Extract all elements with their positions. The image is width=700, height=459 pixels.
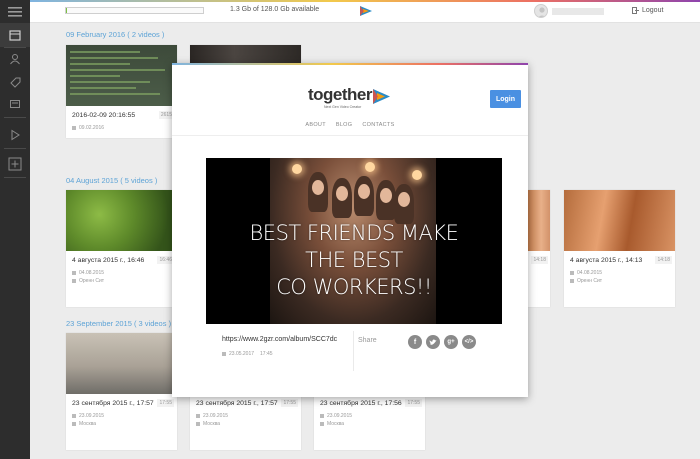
sidebar-divider [4, 148, 26, 149]
together-logo[interactable]: together [308, 85, 373, 105]
video-card[interactable]: 23 сентября 2015 г., 17:57 17:55 23.09.2… [66, 333, 177, 450]
video-thumbnail [66, 45, 177, 106]
nav-contacts[interactable]: CONTACTS [362, 122, 394, 128]
duration-badge: 14:18 [531, 256, 548, 264]
video-date: 09.02.2016 [72, 125, 104, 131]
video-location: Оренн Сит [72, 278, 104, 284]
video-title: 4 августа 2015 г., 16:46 [72, 257, 145, 264]
play-icon[interactable] [0, 123, 30, 147]
sidebar-divider [4, 117, 26, 118]
share-url[interactable]: https://www.2gzr.com/album/SCC7dc [222, 336, 337, 343]
flag-icon [72, 279, 76, 283]
calendar-icon [320, 414, 324, 418]
video-thumbnail [528, 190, 550, 251]
modal-divider [172, 135, 528, 136]
logout-icon [632, 7, 639, 14]
nav-about[interactable]: ABOUT [305, 122, 325, 128]
section-header: 09 February 2016 ( 2 videos ) [66, 30, 165, 39]
share-meta: 23.05.2017 17:45 [222, 351, 273, 357]
video-caption: BEST FRIENDS MAKE THE BEST CO WORKERS!! [249, 221, 459, 299]
storage-text: 1.3 Gb of 128.0 Gb available [230, 6, 320, 13]
logout-button[interactable]: Logout [632, 7, 663, 14]
video-location: Москва [196, 421, 220, 427]
modal-nav: ABOUT BLOG CONTACTS [172, 122, 528, 128]
calendar-icon [72, 271, 76, 275]
flag-icon [196, 422, 200, 426]
avatar[interactable] [534, 4, 548, 18]
section-header: 23 September 2015 ( 3 videos ) [66, 319, 172, 328]
calendar-icon [72, 126, 76, 130]
left-sidebar [0, 0, 30, 459]
video-thumbnail [66, 333, 177, 394]
nav-blog[interactable]: BLOG [336, 122, 352, 128]
share-divider [353, 331, 354, 371]
video-date: 04.08.2015 [570, 270, 602, 276]
twitter-icon[interactable] [426, 335, 440, 349]
video-title: 23 сентября 2015 г., 17:57 [196, 400, 278, 407]
top-bar: 1.3 Gb of 128.0 Gb available Logout [30, 0, 700, 23]
login-button[interactable]: Login [490, 90, 521, 108]
username-redacted[interactable] [552, 8, 604, 15]
duration-badge: 17:55 [157, 399, 174, 407]
video-card[interactable]: 2016-02-09 20:16:55 2615 09.02.2016 [66, 45, 177, 138]
duration-badge: 17:55 [405, 399, 422, 407]
video-card[interactable]: 14:18 [528, 190, 550, 307]
duration-badge: 14:18 [655, 256, 672, 264]
video-location: Москва [320, 421, 344, 427]
section-header: 04 August 2015 ( 5 videos ) [66, 176, 158, 185]
calendar-icon [196, 414, 200, 418]
video-card[interactable]: 4 августа 2015 г., 16:46 16:46 04.08.201… [66, 190, 177, 307]
calendar-icon [72, 414, 76, 418]
share-time: 17:45 [260, 351, 273, 357]
people-icon[interactable] [0, 47, 30, 71]
video-date: 04.08.2015 [72, 270, 104, 276]
share-url-box[interactable]: https://www.2gzr.com/album/SCC7dc 23.05.… [216, 333, 356, 365]
duration-badge: 17:55 [281, 399, 298, 407]
video-thumbnail [564, 190, 675, 251]
video-location: Москва [72, 421, 96, 427]
video-thumbnail [66, 190, 177, 251]
inbox-icon[interactable] [0, 92, 30, 116]
video-title: 4 августа 2015 г., 14:13 [570, 257, 643, 264]
app-logo-icon[interactable] [358, 3, 374, 19]
video-title: 23 сентября 2015 г., 17:56 [320, 400, 402, 407]
video-date: 23.09.2015 [196, 413, 228, 419]
calendar-icon [570, 271, 574, 275]
flag-icon [320, 422, 324, 426]
video-date: 23.09.2015 [320, 413, 352, 419]
storage-progress-fill [66, 8, 68, 13]
video-date: 23.09.2015 [72, 413, 104, 419]
facebook-icon[interactable]: f [408, 335, 422, 349]
logo-mark-icon [373, 89, 390, 104]
video-location: Оренн Сит [570, 278, 602, 284]
logo-slogan: Next Gen Video Creator [324, 105, 362, 109]
video-player[interactable]: BEST FRIENDS MAKE THE BEST CO WORKERS!! [206, 158, 502, 324]
tag-icon[interactable] [0, 70, 30, 94]
menu-icon[interactable] [0, 0, 30, 24]
calendar-icon [222, 352, 226, 356]
video-card[interactable]: 4 августа 2015 г., 14:13 14:18 04.08.201… [564, 190, 675, 307]
video-title: 23 сентября 2015 г., 17:57 [72, 400, 154, 407]
logout-label: Logout [642, 7, 664, 14]
library-icon[interactable] [0, 23, 30, 47]
video-title: 2016-02-09 20:16:55 [72, 112, 136, 119]
sidebar-divider [4, 177, 26, 178]
flag-icon [570, 279, 574, 283]
embed-icon[interactable]: </> [462, 335, 476, 349]
accent-stripe [30, 0, 700, 2]
add-icon[interactable] [0, 152, 30, 176]
share-date: 23.05.2017 [222, 351, 254, 357]
share-modal: together Next Gen Video Creator Login AB… [172, 63, 528, 397]
google-plus-icon[interactable]: g+ [444, 335, 458, 349]
storage-progress [65, 7, 204, 14]
flag-icon [72, 422, 76, 426]
accent-stripe [172, 63, 528, 65]
share-label: Share [358, 337, 377, 344]
